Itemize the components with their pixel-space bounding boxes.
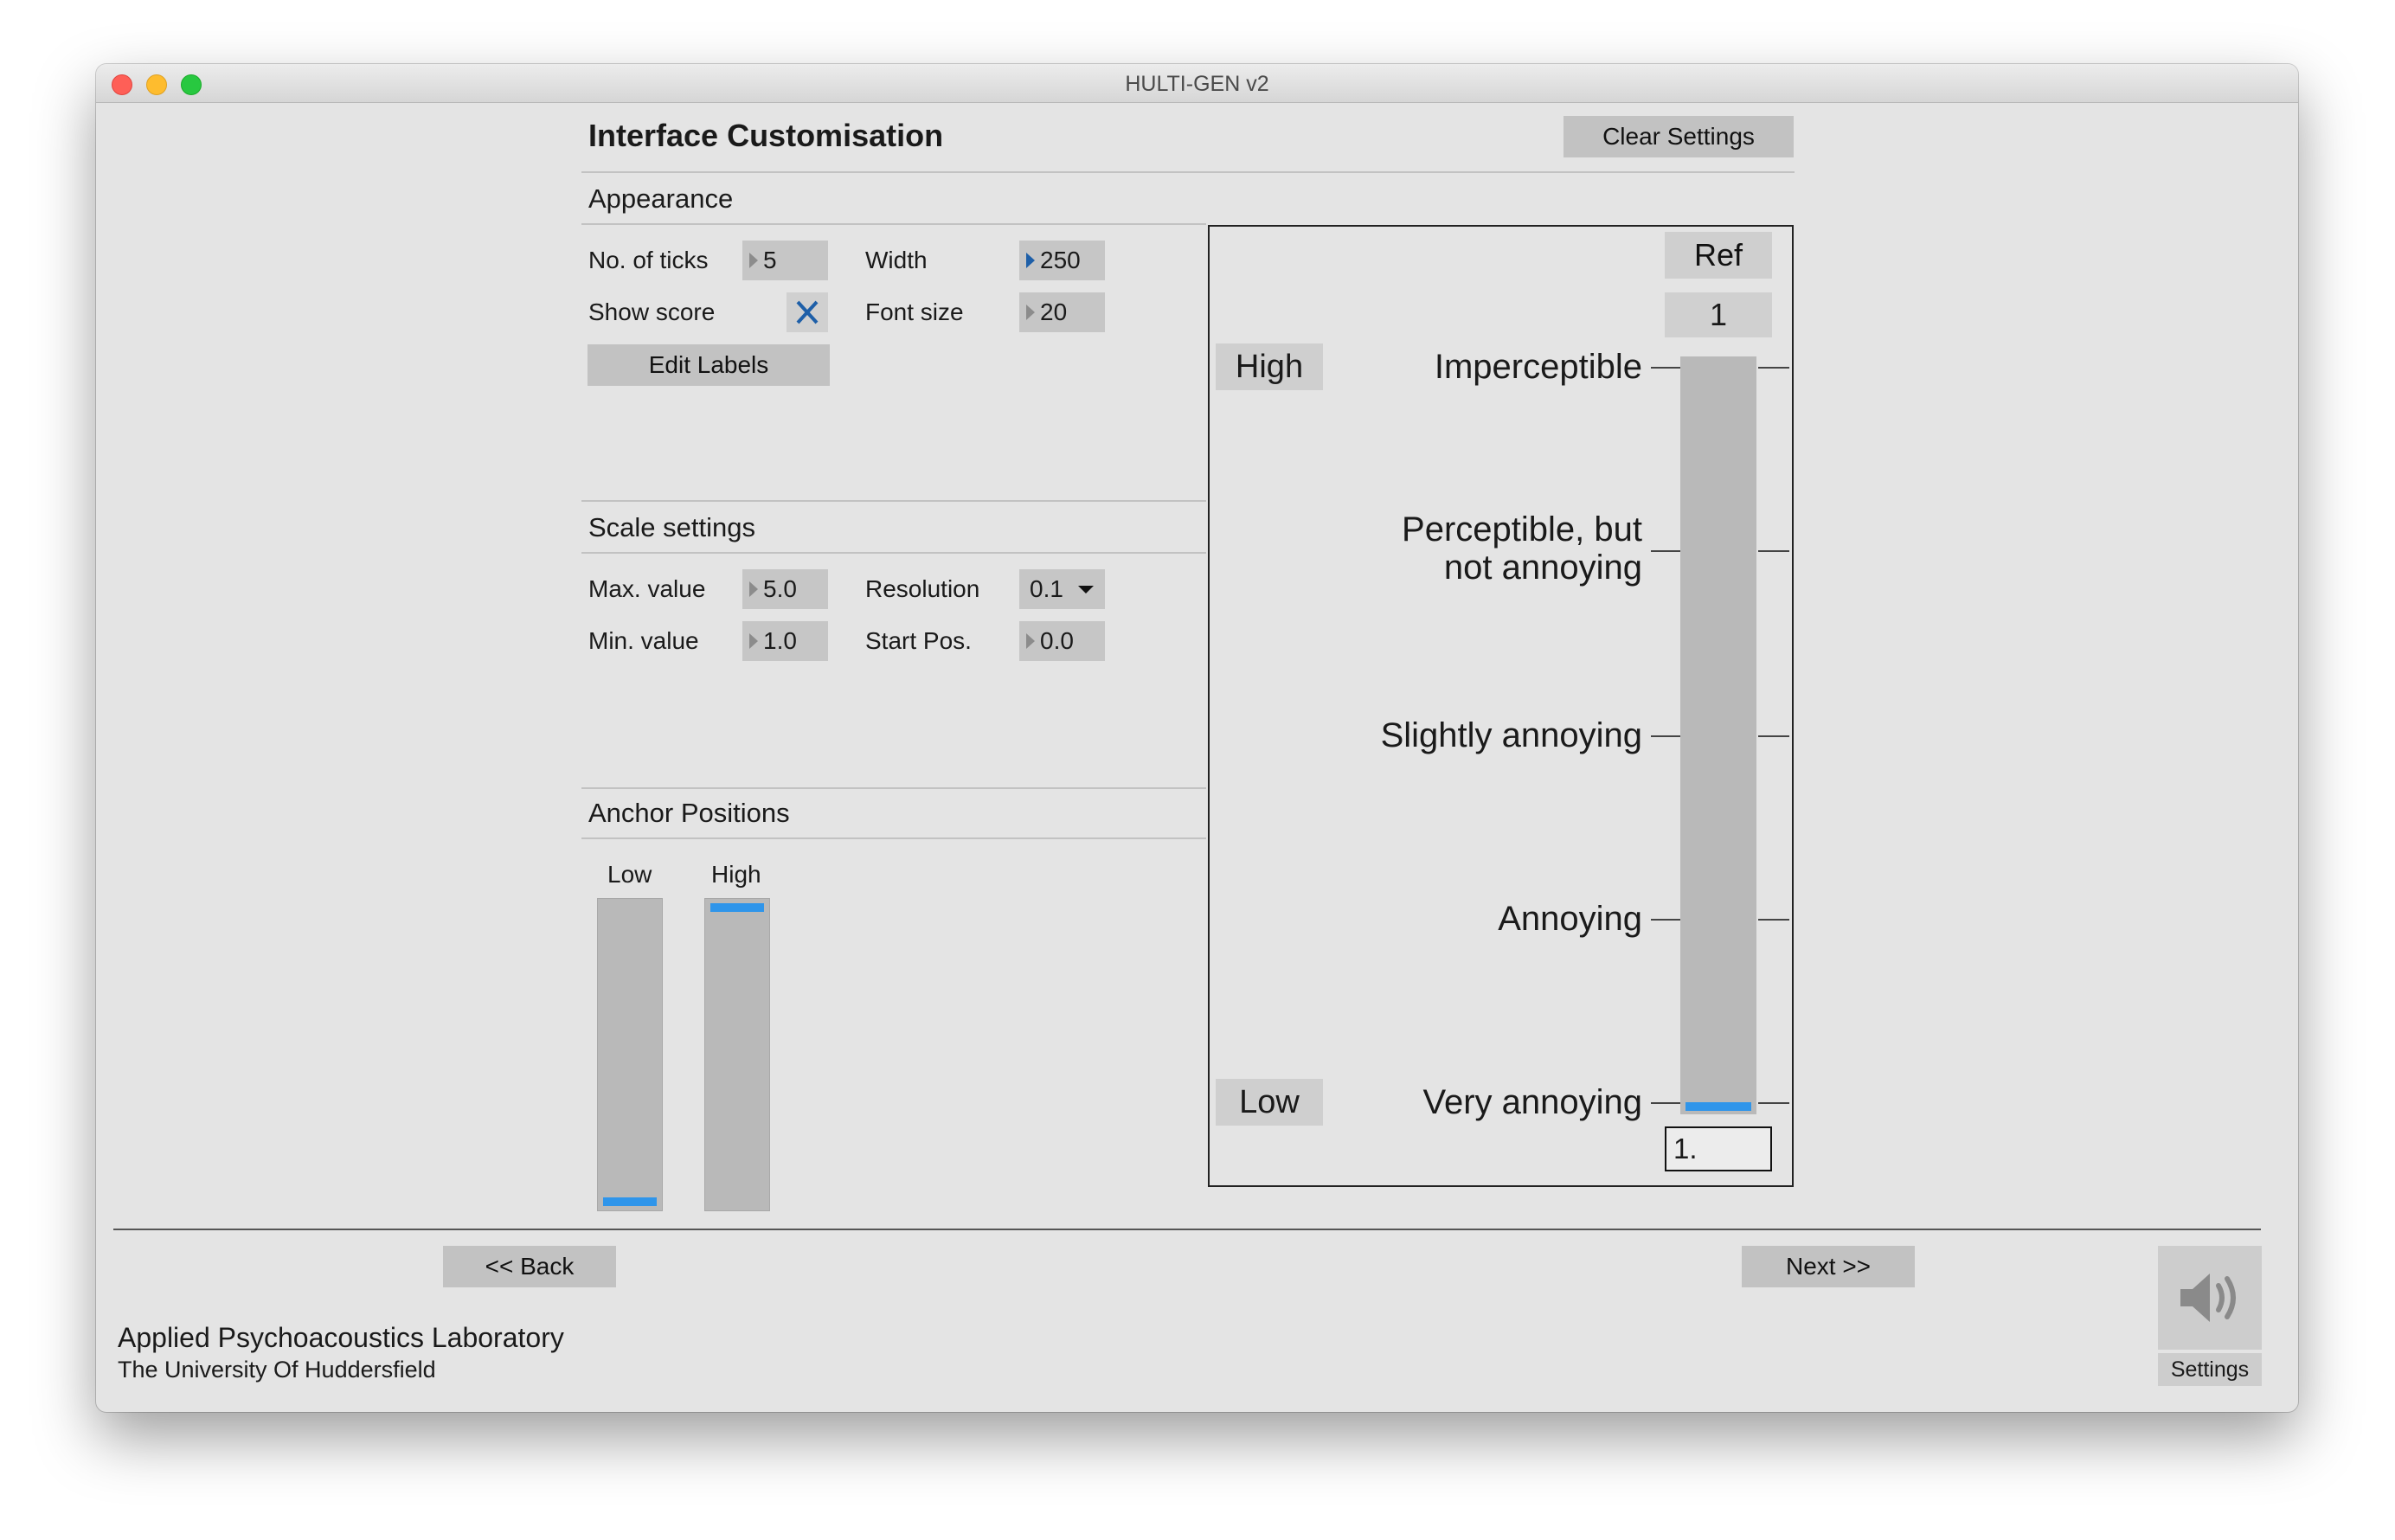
window-title: HULTI-GEN v2: [1125, 72, 1269, 96]
show-score-label: Show score: [588, 298, 716, 325]
low-anchor-label: Low: [607, 861, 652, 888]
footer-divider: [113, 1229, 2261, 1230]
min-value-input[interactable]: 1.0: [742, 621, 828, 661]
scale-tick: [1651, 919, 1682, 921]
increment-arrow-icon: [749, 253, 758, 268]
edit-labels-button[interactable]: Edit Labels: [588, 344, 830, 386]
appearance-section-title: Appearance: [588, 183, 734, 214]
clear-settings-button[interactable]: Clear Settings: [1563, 116, 1794, 157]
increment-arrow-icon: [1026, 633, 1035, 649]
speaker-icon: [2180, 1274, 2236, 1322]
scale-label-imperceptible: Imperceptible: [1434, 348, 1642, 386]
max-value-label: Max. value: [588, 575, 706, 602]
lab-name: Applied Psychoacoustics Laboratory: [118, 1322, 564, 1353]
font-size-value: 20: [1040, 298, 1068, 325]
high-anchor-slider[interactable]: [704, 898, 770, 1211]
back-button[interactable]: << Back: [443, 1246, 616, 1287]
anchor-section-title: Anchor Positions: [588, 798, 790, 828]
settings-speaker-button[interactable]: [2158, 1246, 2262, 1350]
university-name: The University Of Huddersfield: [118, 1357, 436, 1383]
width-input[interactable]: 250: [1019, 241, 1105, 280]
show-score-checkbox[interactable]: [787, 292, 828, 332]
low-anchor-slider[interactable]: [597, 898, 663, 1211]
app-window: HULTI-GEN v2 Interface Customisation Cle…: [96, 64, 2298, 1412]
checkmark-x-icon: [796, 300, 819, 324]
score-field[interactable]: 1.: [1665, 1126, 1772, 1171]
title-bar: HULTI-GEN v2: [96, 64, 2298, 103]
ticks-label: No. of ticks: [588, 247, 709, 273]
scale-label-slightly-annoying: Slightly annoying: [1380, 716, 1642, 754]
increment-arrow-icon: [749, 633, 758, 649]
min-value: 1.0: [763, 627, 797, 654]
slider-number: 1: [1665, 292, 1772, 337]
page-title: Interface Customisation: [588, 118, 944, 153]
scale-labels-column: Imperceptible Perceptible, but not annoy…: [1210, 227, 1642, 1178]
scale-label-annoying: Annoying: [1498, 900, 1642, 938]
scale-tick: [1651, 367, 1682, 369]
ref-button[interactable]: Ref: [1665, 232, 1772, 279]
anchor-divider: [581, 837, 1206, 839]
settings-label[interactable]: Settings: [2158, 1353, 2262, 1386]
resolution-label: Resolution: [865, 575, 980, 602]
resolution-value: 0.1: [1030, 575, 1063, 602]
high-anchor-handle[interactable]: [710, 903, 764, 912]
ticks-input[interactable]: 5: [742, 241, 828, 280]
increment-arrow-icon: [1026, 253, 1035, 268]
max-value: 5.0: [763, 575, 797, 602]
appearance-divider: [581, 223, 1206, 225]
scale-preview-panel: Ref 1 High Low Imperceptible Perceptible…: [1208, 225, 1794, 1187]
rating-slider[interactable]: [1680, 356, 1756, 1114]
min-value-label: Min. value: [588, 627, 699, 654]
next-button[interactable]: Next >>: [1742, 1246, 1915, 1287]
anchor-divider-top: [581, 787, 1206, 789]
increment-arrow-icon: [1026, 305, 1035, 320]
resolution-select[interactable]: 0.1: [1019, 569, 1105, 609]
scale-tick: [1758, 550, 1789, 552]
scale-tick: [1758, 919, 1789, 921]
header-divider: [581, 171, 1795, 173]
scale-label-perceptible: Perceptible, but not annoying: [1402, 510, 1642, 587]
max-value-input[interactable]: 5.0: [742, 569, 828, 609]
chevron-down-icon: [1078, 586, 1094, 594]
start-pos-input[interactable]: 0.0: [1019, 621, 1105, 661]
scale-divider-top: [581, 500, 1206, 502]
high-anchor-label: High: [711, 861, 761, 888]
scale-label-very-annoying: Very annoying: [1422, 1083, 1642, 1121]
rating-slider-handle[interactable]: [1685, 1102, 1751, 1111]
start-pos-value: 0.0: [1040, 627, 1074, 654]
low-anchor-handle[interactable]: [603, 1197, 657, 1206]
width-label: Width: [865, 247, 928, 273]
scale-divider: [581, 552, 1206, 554]
start-pos-label: Start Pos.: [865, 627, 972, 654]
scale-tick: [1758, 367, 1789, 369]
ticks-value: 5: [763, 247, 777, 273]
scale-tick: [1758, 735, 1789, 737]
scale-tick: [1651, 735, 1682, 737]
scale-section-title: Scale settings: [588, 512, 755, 542]
font-size-input[interactable]: 20: [1019, 292, 1105, 332]
increment-arrow-icon: [749, 581, 758, 597]
scale-tick: [1651, 550, 1682, 552]
scale-tick: [1758, 1102, 1789, 1104]
font-size-label: Font size: [865, 298, 964, 325]
scale-tick: [1651, 1102, 1682, 1104]
width-value: 250: [1040, 247, 1081, 273]
